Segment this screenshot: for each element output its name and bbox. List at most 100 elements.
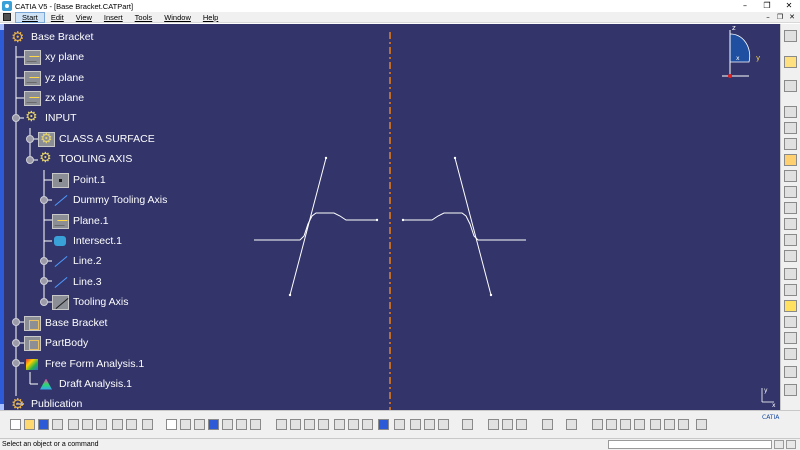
shaft-icon[interactable] (784, 138, 797, 150)
grid-icon[interactable] (606, 419, 617, 430)
thickness-icon[interactable] (784, 284, 797, 296)
zoom-in-icon[interactable] (334, 419, 345, 430)
tree-node-line3[interactable]: Line.3 (52, 273, 102, 291)
close-button[interactable]: ✕ (778, 0, 800, 12)
update-all-icon[interactable] (516, 419, 527, 430)
tree-node-publication[interactable]: Publication (10, 395, 82, 411)
3d-viewport[interactable]: Base Bracket xy plane yz plane zx plane … (4, 24, 780, 410)
left-profile-curve[interactable] (254, 212, 377, 241)
tree-node-root[interactable]: Base Bracket (10, 28, 93, 46)
fly-mode-icon[interactable] (784, 30, 797, 42)
whats-this-icon[interactable] (142, 419, 153, 430)
pattern-icon[interactable] (784, 384, 797, 396)
swap-visible-icon[interactable] (424, 419, 435, 430)
expander-tooling-axis[interactable] (26, 156, 34, 164)
chamfer-icon[interactable] (784, 234, 797, 246)
menu-tools[interactable]: Tools (129, 13, 159, 22)
dimension-icon[interactable] (634, 419, 645, 430)
tree-node-dummy-tooling-axis[interactable]: Dummy Tooling Axis (52, 191, 167, 209)
document-icon[interactable] (3, 13, 11, 21)
close-surface-icon[interactable] (784, 332, 797, 344)
menu-view[interactable]: View (70, 13, 98, 22)
tree-node-line2[interactable]: Line.2 (52, 252, 102, 270)
split-icon[interactable] (784, 300, 797, 312)
fly-icon[interactable] (276, 419, 287, 430)
catalog-icon[interactable] (462, 419, 473, 430)
tree-node-free-form-analysis[interactable]: Free Form Analysis.1 (24, 355, 144, 373)
tree-node-xy-plane[interactable]: xy plane (24, 48, 84, 66)
tree-node-tooling-axis[interactable]: TOOLING AXIS (38, 150, 132, 168)
tree-node-plane1[interactable]: Plane.1 (52, 212, 109, 230)
menu-window[interactable]: Window (158, 13, 197, 22)
tree-node-point1[interactable]: Point.1 (52, 171, 106, 189)
expander-class-a-surface[interactable] (26, 135, 34, 143)
expander-line3[interactable] (40, 277, 48, 285)
tree-node-input[interactable]: INPUT (24, 109, 77, 127)
thick-surface-icon[interactable] (784, 316, 797, 328)
command-clear-button[interactable] (786, 440, 796, 449)
copy-icon[interactable] (82, 419, 93, 430)
select-icon[interactable] (784, 56, 797, 68)
constraints-icon[interactable] (488, 419, 499, 430)
pad-icon[interactable] (784, 106, 797, 118)
menu-help[interactable]: Help (197, 13, 224, 22)
expander-line2[interactable] (40, 257, 48, 265)
mirror-icon[interactable] (784, 366, 797, 378)
knowledge-icon[interactable] (194, 419, 205, 430)
expander-base-bracket-body[interactable] (12, 318, 20, 326)
rib-icon[interactable] (784, 186, 797, 198)
specification-tree[interactable]: Base Bracket xy plane yz plane zx plane … (4, 24, 254, 411)
eraser-icon[interactable] (696, 419, 707, 430)
right-draft-line[interactable] (454, 157, 492, 296)
minimize-button[interactable]: – (734, 0, 756, 12)
tree-node-class-a-surface[interactable]: CLASS A SURFACE (38, 130, 155, 148)
doc-restore-button[interactable]: ❐ (774, 12, 786, 23)
apply-scene-icon[interactable] (438, 419, 449, 430)
measure-inertia-icon[interactable] (222, 419, 233, 430)
expander-tooling-axis-line[interactable] (40, 298, 48, 306)
sketcher-icon[interactable] (784, 80, 797, 92)
fit-all-icon[interactable] (290, 419, 301, 430)
axis-system-icon[interactable] (592, 419, 603, 430)
tree-node-yz-plane[interactable]: yz plane (24, 69, 84, 87)
datum-icon[interactable] (664, 419, 675, 430)
restore-button[interactable]: ❐ (756, 0, 778, 12)
hide-show-icon[interactable] (410, 419, 421, 430)
expander-input[interactable] (12, 114, 20, 122)
expander-partbody[interactable] (12, 339, 20, 347)
expander-dummy-tooling-axis[interactable] (40, 196, 48, 204)
iso-view-icon[interactable] (378, 419, 389, 430)
doc-minimize-button[interactable]: – (762, 12, 774, 23)
redo-icon[interactable] (126, 419, 137, 430)
pan-icon[interactable] (304, 419, 315, 430)
formula-icon[interactable] (166, 419, 177, 430)
cut-icon[interactable] (68, 419, 79, 430)
hole-icon[interactable] (784, 170, 797, 182)
tree-node-zx-plane[interactable]: zx plane (24, 89, 84, 107)
new-icon[interactable] (10, 419, 21, 430)
pocket-icon[interactable] (784, 122, 797, 134)
tree-node-draft-analysis[interactable]: Draft Analysis.1 (38, 375, 132, 393)
fillet-icon[interactable] (784, 218, 797, 230)
compass[interactable]: z x y (719, 24, 779, 84)
geometry-icon[interactable] (650, 419, 661, 430)
update-icon[interactable] (502, 419, 513, 430)
tree-node-partbody[interactable]: PartBody (24, 334, 88, 352)
snap-icon[interactable] (620, 419, 631, 430)
command-history-button[interactable] (774, 440, 784, 449)
apply-material-icon[interactable] (236, 419, 247, 430)
save-icon[interactable] (38, 419, 49, 430)
groove-icon[interactable] (784, 154, 797, 166)
zoom-out-icon[interactable] (348, 419, 359, 430)
menu-start[interactable]: Start (15, 11, 45, 23)
paste-icon[interactable] (96, 419, 107, 430)
right-profile-curve[interactable] (403, 212, 526, 241)
open-icon[interactable] (24, 419, 35, 430)
command-input[interactable] (608, 440, 772, 449)
menu-insert[interactable]: Insert (98, 13, 129, 22)
catia-app-icon[interactable] (2, 1, 12, 11)
rotate-icon[interactable] (318, 419, 329, 430)
sew-surface-icon[interactable] (784, 348, 797, 360)
slot-icon[interactable] (784, 202, 797, 214)
tree-node-base-bracket-body[interactable]: Base Bracket (24, 314, 107, 332)
